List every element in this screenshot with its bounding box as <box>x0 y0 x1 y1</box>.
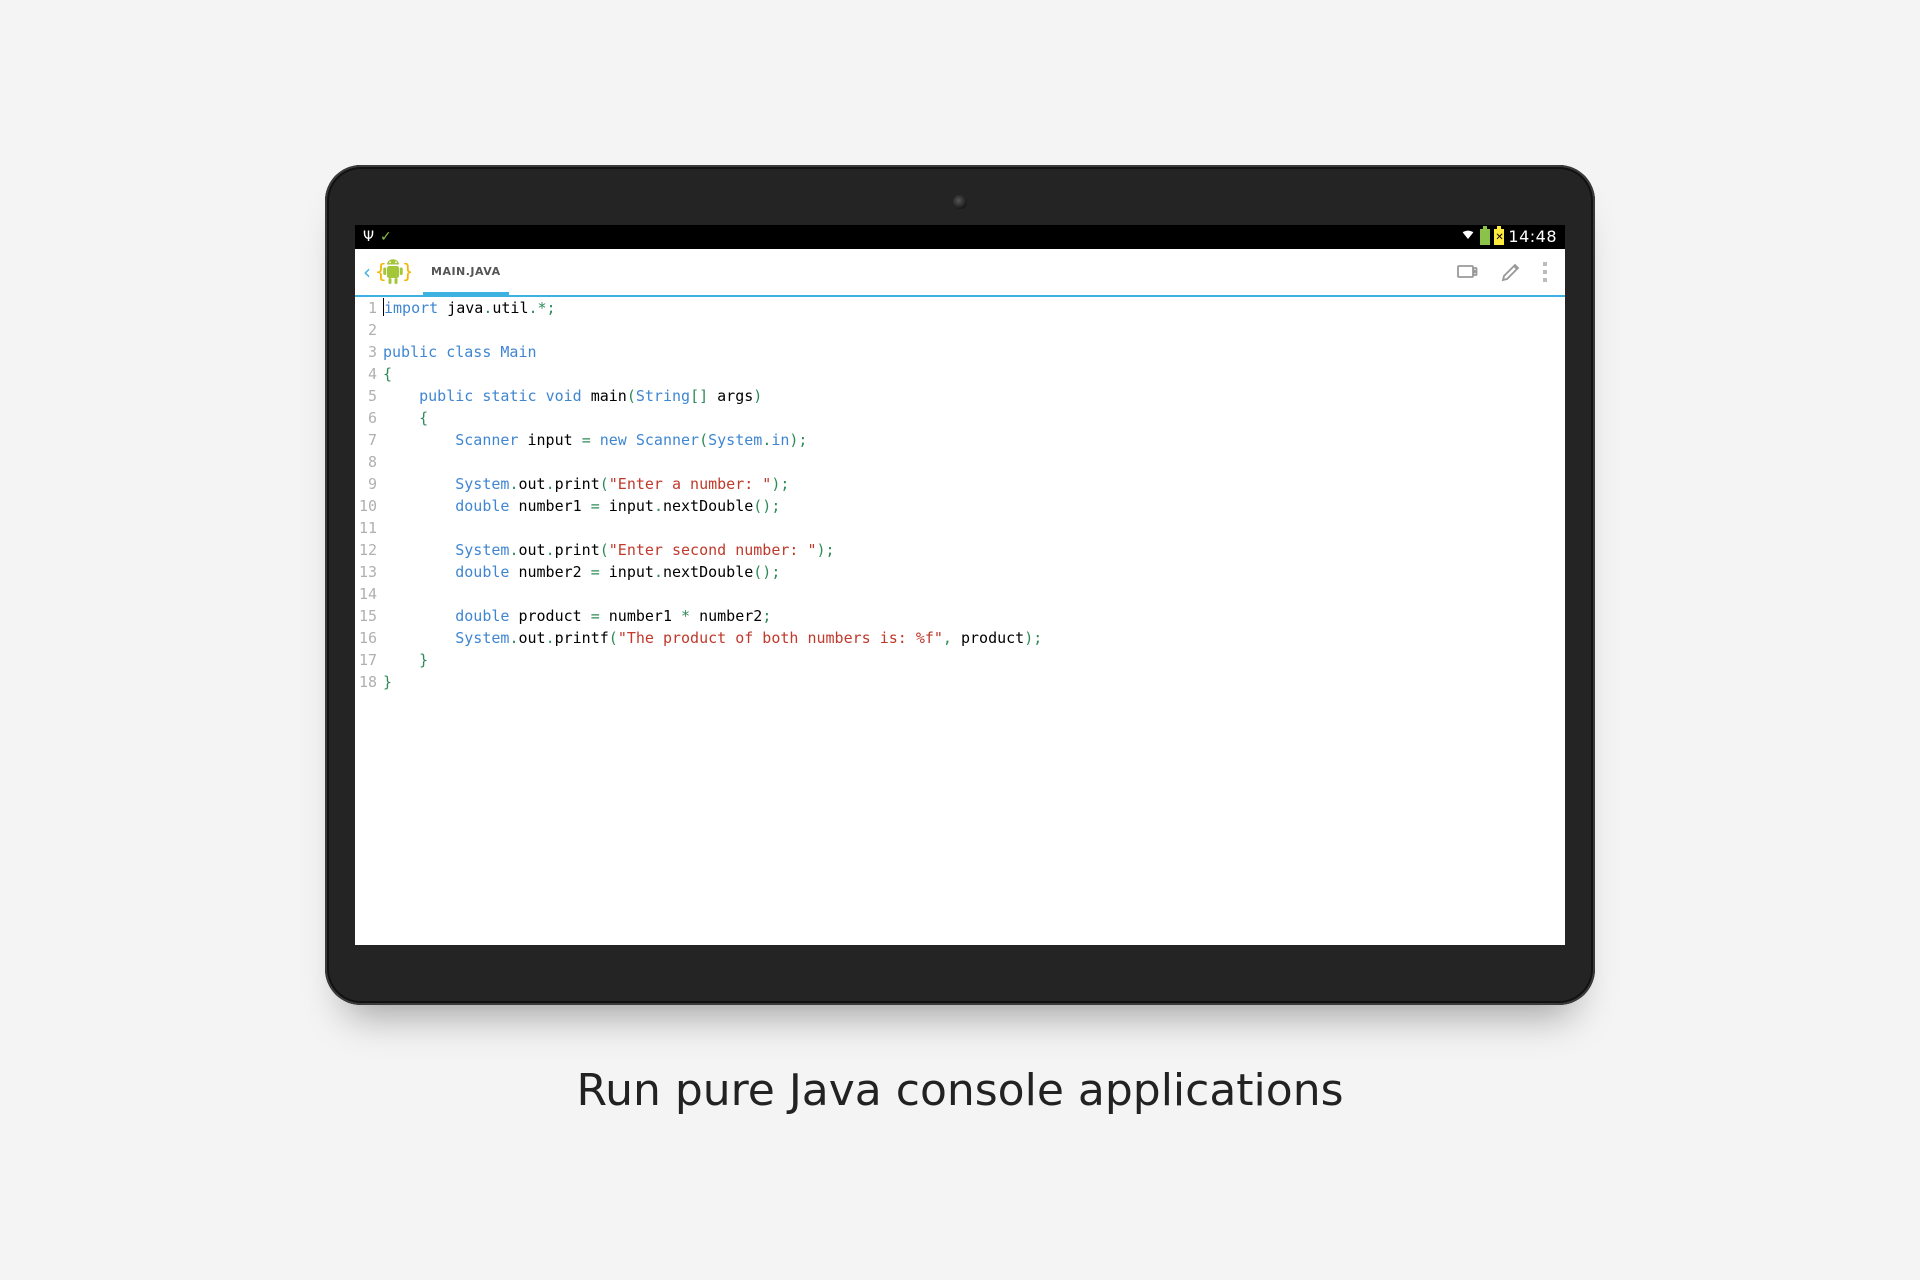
svg-text:}: } <box>402 260 411 283</box>
edit-icon[interactable] <box>1489 250 1533 294</box>
usb-icon: Ψ <box>363 230 374 244</box>
code-area[interactable]: import java.util.*; public class Main{ p… <box>383 297 1565 945</box>
device-icon[interactable] <box>1445 250 1489 294</box>
screen: Ψ ✓ ✕ 14:48 ‹ { <box>355 225 1565 945</box>
wifi-icon <box>1460 227 1476 247</box>
tablet-frame: Ψ ✓ ✕ 14:48 ‹ { <box>325 165 1595 1005</box>
back-icon[interactable]: ‹ <box>363 260 371 284</box>
overflow-menu-icon[interactable] <box>1533 250 1557 294</box>
app-icon[interactable]: { } <box>375 254 411 290</box>
statusbar-left: Ψ ✓ <box>363 230 392 244</box>
statusbar-right: ✕ 14:48 <box>1460 227 1557 247</box>
code-editor[interactable]: 123456789101112131415161718 import java.… <box>355 297 1565 945</box>
tablet-camera <box>953 195 967 209</box>
battery-icon-2: ✕ <box>1494 229 1504 245</box>
battery-icon-1 <box>1480 229 1490 245</box>
statusbar: Ψ ✓ ✕ 14:48 <box>355 225 1565 249</box>
appbar: ‹ { } MAIN.JAVA <box>355 249 1565 297</box>
check-icon: ✓ <box>380 230 392 244</box>
statusbar-clock: 14:48 <box>1508 227 1557 246</box>
caption: Run pure Java console applications <box>576 1065 1343 1116</box>
line-gutter: 123456789101112131415161718 <box>355 297 383 945</box>
tab-main-java[interactable]: MAIN.JAVA <box>423 248 509 295</box>
